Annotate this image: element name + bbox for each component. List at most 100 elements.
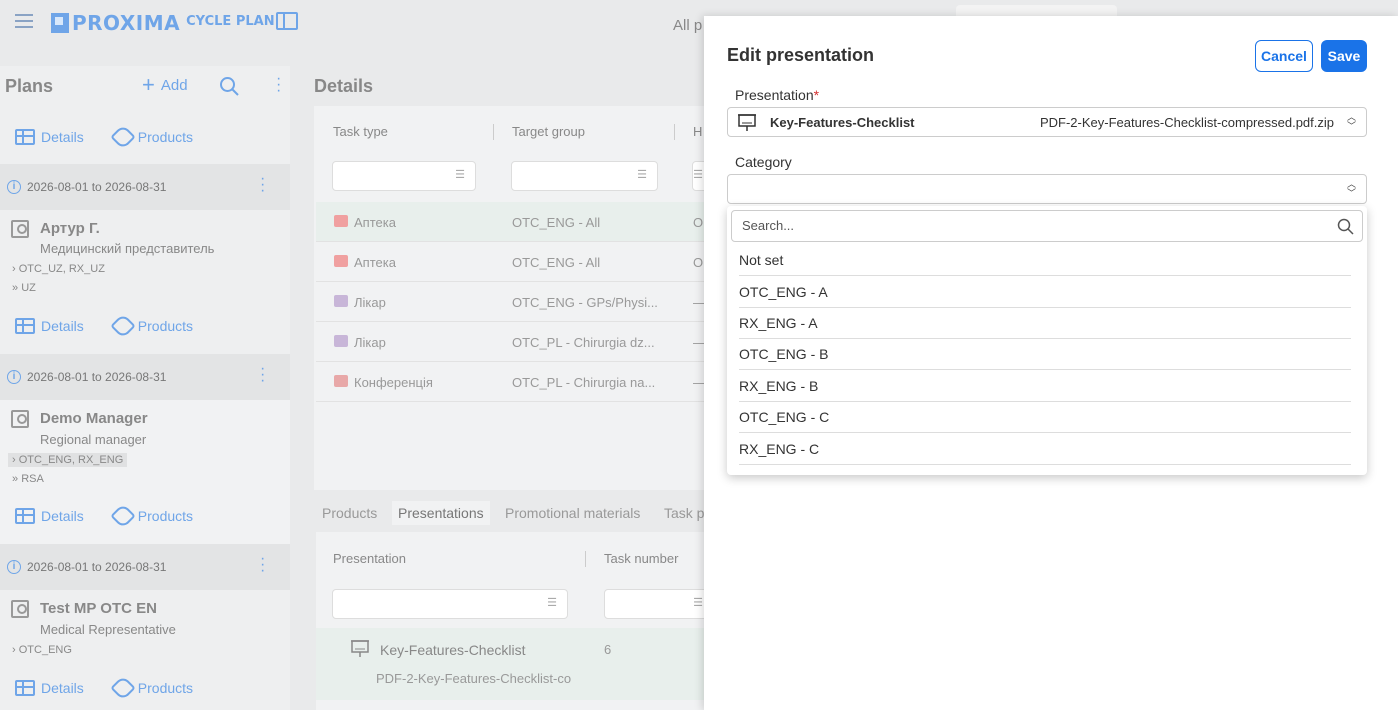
cell-target-group: OTC_PL - Chirurgia dz... xyxy=(512,335,655,350)
plan-date-row: i 2026-08-01 to 2026-08-31 · · · xyxy=(0,164,290,210)
cell-task-type: Аптека xyxy=(354,215,396,230)
plan-date: 2026-08-01 to 2026-08-31 xyxy=(27,370,167,384)
cell-task-type: Лікар xyxy=(354,295,386,310)
dropdown-search[interactable] xyxy=(731,210,1363,242)
save-button[interactable]: Save xyxy=(1321,40,1367,72)
doctor-icon xyxy=(334,335,348,347)
details-link-label: Details xyxy=(41,680,84,696)
top-filter-label[interactable]: All p xyxy=(673,17,702,34)
table-icon xyxy=(15,129,35,145)
column-header-target-group[interactable]: Target group xyxy=(512,124,585,139)
add-label: Add xyxy=(160,76,188,94)
dropdown-option[interactable]: Not set xyxy=(739,245,1351,276)
dropdown-option[interactable]: OTC_ENG - C xyxy=(739,402,1351,433)
logo-text: PROXIMA xyxy=(72,11,181,35)
selected-presentation-name: Key-Features-Checklist xyxy=(770,115,915,130)
tab-presentations[interactable]: Presentations xyxy=(392,501,490,525)
tab-task[interactable]: Task p xyxy=(664,505,704,521)
details-link[interactable]: Details xyxy=(15,129,84,145)
products-link[interactable]: Products xyxy=(110,675,193,701)
info-icon: i xyxy=(7,180,21,194)
dropdown-option[interactable]: OTC_ENG - A xyxy=(739,277,1351,308)
filter-input[interactable] xyxy=(604,589,714,619)
chip-text: OTC_ENG xyxy=(18,644,72,656)
conference-icon xyxy=(334,375,348,387)
presentation-select[interactable]: Key-Features-Checklist PDF-2-Key-Feature… xyxy=(727,107,1367,137)
tab-products[interactable]: Products xyxy=(322,505,377,521)
cancel-button[interactable]: Cancel xyxy=(1255,40,1313,72)
plan-card[interactable]: i 2026-08-01 to 2026-08-31 · · · Demo Mana… xyxy=(0,354,290,544)
products-link-label: Products xyxy=(137,318,194,334)
dialog-title: Edit presentation xyxy=(727,45,875,65)
details-link[interactable]: Details xyxy=(15,508,84,524)
table-row[interactable]: Аптека OTC_ENG - All O xyxy=(316,202,714,242)
chip-text: UZ xyxy=(21,282,36,294)
add-plan-button[interactable]: + Add xyxy=(142,74,188,96)
user-icon xyxy=(11,600,29,618)
cell-task-type: Лікар xyxy=(354,335,386,350)
presentation-label: Presentation* xyxy=(735,87,819,103)
pharmacy-icon xyxy=(334,255,348,267)
table-row[interactable]: Key-Features-Checklist 6 PDF-2-Key-Featu… xyxy=(316,628,714,700)
search-input[interactable] xyxy=(742,218,1322,233)
table-row[interactable]: Лікар OTC_ENG - GPs/Physi... — xyxy=(316,282,714,322)
category-select[interactable]: ︿ ﹀ xyxy=(727,174,1367,204)
column-header-task-type[interactable]: Task type xyxy=(333,124,388,139)
plan-date-row: i 2026-08-01 to 2026-08-31 · · · xyxy=(0,354,290,400)
plan-date: 2026-08-01 to 2026-08-31 xyxy=(27,560,167,574)
logo-subtitle: CYCLE PLAN xyxy=(186,13,275,29)
sidebar-toggle-icon[interactable] xyxy=(276,12,298,30)
doctor-icon xyxy=(334,295,348,307)
more-vertical-icon[interactable]: · · · xyxy=(276,71,282,99)
details-title: Details xyxy=(314,76,374,96)
plan-card[interactable]: i 2026-08-01 to 2026-08-31 · · · Артур Г. … xyxy=(0,164,290,354)
cell-task-type: Конференція xyxy=(354,375,433,390)
plan-chip-products: › OTC_UZ, RX_UZ xyxy=(12,263,105,275)
filter-input[interactable] xyxy=(332,161,476,191)
more-vertical-icon[interactable]: · · · xyxy=(260,361,265,389)
menu-icon[interactable] xyxy=(15,14,33,28)
filter-input[interactable] xyxy=(332,589,568,619)
table-row[interactable]: Лікар OTC_PL - Chirurgia dz... — xyxy=(316,322,714,362)
column-header-presentation[interactable]: Presentation xyxy=(333,551,406,566)
plan-date-row: i 2026-08-01 to 2026-08-31 · · · xyxy=(0,544,290,590)
info-icon: i xyxy=(7,560,21,574)
dropdown-option[interactable]: RX_ENG - A xyxy=(739,308,1351,339)
details-link-label: Details xyxy=(41,318,84,334)
tag-icon xyxy=(110,503,136,529)
more-vertical-icon[interactable]: · · · xyxy=(260,171,265,199)
tab-promotional-materials[interactable]: Promotional materials xyxy=(505,505,640,521)
products-link[interactable]: Products xyxy=(110,124,193,150)
column-separator xyxy=(585,551,586,567)
search-icon[interactable] xyxy=(219,76,239,96)
cell-target-group: OTC_ENG - All xyxy=(512,255,601,270)
dropdown-option[interactable]: RX_ENG - C xyxy=(739,434,1351,465)
more-vertical-icon[interactable]: · · · xyxy=(260,551,265,579)
plan-card[interactable]: i 2026-08-01 to 2026-08-31 · · · Test MP O… xyxy=(0,544,290,710)
details-link[interactable]: Details xyxy=(15,680,84,696)
tag-icon xyxy=(110,124,136,150)
column-separator xyxy=(674,124,675,140)
plan-links: Details Products xyxy=(15,503,193,529)
products-link[interactable]: Products xyxy=(110,503,193,529)
filter-input[interactable] xyxy=(511,161,658,191)
plan-chip-region: » RSA xyxy=(12,473,44,485)
sidebar-header: Plans + Add · · · Details Products xyxy=(0,66,290,164)
details-link[interactable]: Details xyxy=(15,318,84,334)
products-link[interactable]: Products xyxy=(110,313,194,339)
chip-text: OTC_UZ, RX_UZ xyxy=(18,263,105,275)
table-icon xyxy=(15,508,35,524)
search-icon[interactable] xyxy=(1337,218,1354,235)
table-row[interactable]: Конференція OTC_PL - Chirurgia na... — xyxy=(316,362,714,402)
edit-presentation-panel: Edit presentation Cancel Save Presentati… xyxy=(704,16,1398,710)
tag-icon xyxy=(110,675,136,701)
dropdown-option[interactable]: RX_ENG - B xyxy=(739,371,1351,402)
plan-user-role: Regional manager xyxy=(40,432,147,447)
table-icon xyxy=(15,680,35,696)
column-header-task-number[interactable]: Task number xyxy=(604,551,678,566)
cell-task-type: Аптека xyxy=(354,255,396,270)
dropdown-option[interactable]: OTC_ENG - B xyxy=(739,339,1351,370)
column-header-h[interactable]: H xyxy=(693,124,702,139)
chip-text: RSA xyxy=(21,473,44,485)
table-row[interactable]: Аптека OTC_ENG - All O xyxy=(316,242,714,282)
